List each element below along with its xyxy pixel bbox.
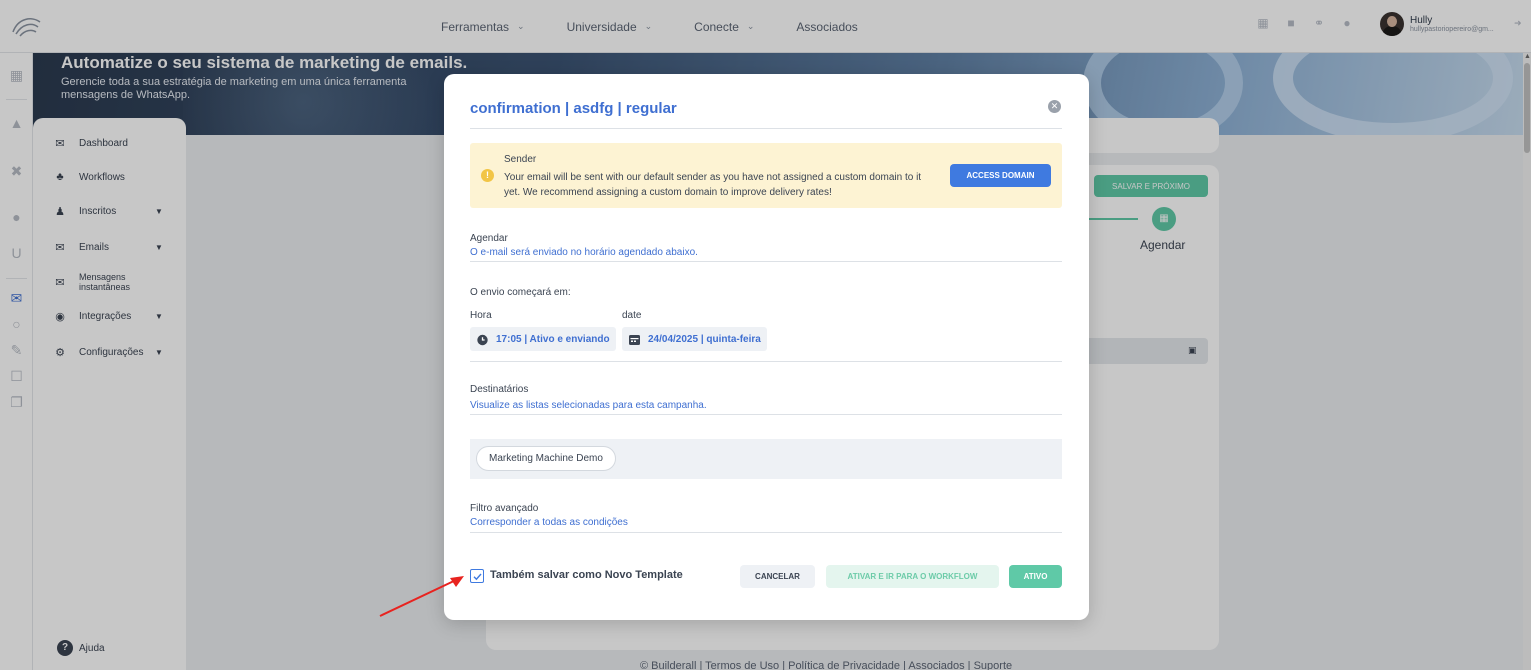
divider bbox=[470, 532, 1062, 533]
warning-icon: ! bbox=[481, 169, 494, 182]
recipients-description: Visualize as listas selecionadas para es… bbox=[470, 400, 707, 411]
date-chip[interactable]: 24/04/2025 | quinta-feira bbox=[622, 327, 767, 351]
recipients-label: Destinatários bbox=[470, 384, 529, 395]
active-button[interactable]: ATIVO bbox=[1009, 565, 1062, 588]
confirmation-modal: confirmation | asdfg | regular ✕ ! Sende… bbox=[444, 74, 1089, 620]
schedule-description: O e-mail será enviado no horário agendad… bbox=[470, 247, 698, 258]
divider bbox=[470, 361, 1062, 362]
hour-label: Hora bbox=[470, 310, 492, 321]
divider bbox=[470, 261, 1062, 262]
schedule-label: Agendar bbox=[470, 233, 508, 244]
list-item: Marketing Machine Demo bbox=[476, 446, 616, 471]
hour-chip[interactable]: 17:05 | Ativo e enviando bbox=[470, 327, 616, 351]
calendar-icon bbox=[628, 333, 641, 346]
date-label: date bbox=[622, 310, 642, 321]
selected-lists: Marketing Machine Demo bbox=[470, 439, 1062, 479]
filter-label: Filtro avançado bbox=[470, 503, 539, 514]
sender-alert: ! Sender Your email will be sent with ou… bbox=[470, 143, 1062, 208]
save-template-checkbox[interactable] bbox=[470, 569, 484, 583]
save-template-label[interactable]: Também salvar como Novo Template bbox=[490, 569, 683, 581]
close-icon[interactable]: ✕ bbox=[1048, 100, 1061, 113]
filter-description: Corresponder a todas as condições bbox=[470, 517, 628, 528]
check-icon bbox=[473, 573, 482, 581]
alert-text: Your email will be sent with our default… bbox=[504, 172, 922, 198]
divider bbox=[470, 128, 1062, 129]
cancel-button[interactable]: CANCELAR bbox=[740, 565, 815, 588]
access-domain-button[interactable]: ACCESS DOMAIN bbox=[950, 164, 1051, 187]
annotation-arrow bbox=[379, 576, 464, 617]
alarm-clock-icon bbox=[476, 333, 489, 346]
activate-workflow-button[interactable]: ATIVAR E IR PARA O WORKFLOW bbox=[826, 565, 999, 588]
divider bbox=[470, 414, 1062, 415]
alert-title: Sender bbox=[504, 154, 537, 165]
modal-title: confirmation | asdfg | regular bbox=[470, 100, 677, 117]
start-label: O envio começará em: bbox=[470, 287, 571, 298]
